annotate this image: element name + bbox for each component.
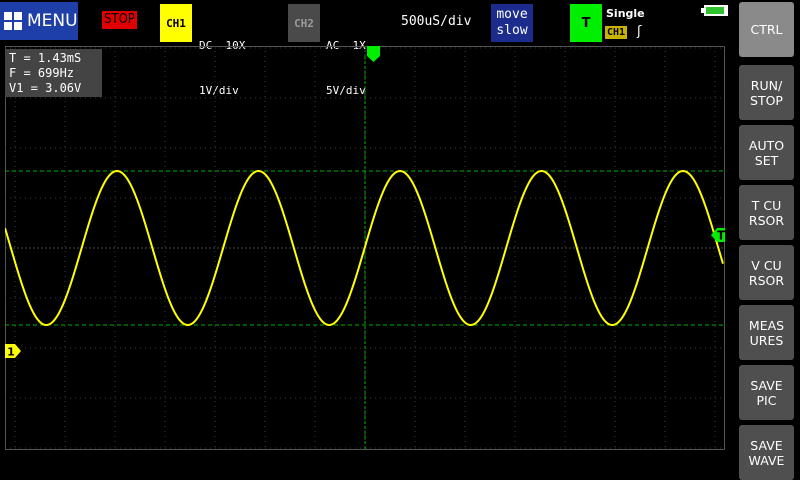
move-label: move bbox=[496, 7, 528, 22]
menu-label: MENU bbox=[27, 11, 78, 31]
trigger-edge-icon[interactable]: ʃ bbox=[637, 24, 641, 39]
save-pic-button[interactable]: SAVE PIC bbox=[739, 365, 794, 420]
ch1-ground-label: 1 bbox=[7, 346, 15, 359]
trigger-source[interactable]: CH1 bbox=[605, 26, 628, 39]
run-state-indicator[interactable]: STOP bbox=[102, 11, 137, 29]
t-cursor-button[interactable]: T CU RSOR bbox=[739, 185, 794, 240]
scope-canvas: T1 bbox=[5, 46, 725, 450]
auto-set-button[interactable]: AUTO SET bbox=[739, 125, 794, 180]
frequency-readout: F = 699Hz bbox=[9, 66, 75, 80]
ch2-badge[interactable]: CH2 bbox=[288, 4, 320, 42]
trigger-badge[interactable]: T bbox=[570, 4, 602, 42]
run-stop-button[interactable]: RUN/ STOP bbox=[739, 65, 794, 120]
scope-display[interactable]: T1 bbox=[5, 46, 725, 450]
ch1-badge[interactable]: CH1 bbox=[160, 4, 192, 42]
trigger-position-marker bbox=[367, 46, 380, 62]
move-speed-button[interactable]: move slow bbox=[491, 4, 533, 42]
trigger-level-label: T bbox=[717, 229, 725, 243]
save-wave-button[interactable]: SAVE WAVE bbox=[739, 425, 794, 480]
battery-icon bbox=[701, 5, 728, 16]
measures-button[interactable]: MEAS URES bbox=[739, 305, 794, 360]
side-button-panel: CTRL RUN/ STOP AUTO SET T CU RSOR V CU R… bbox=[739, 0, 800, 480]
voltage-readout: V1 = 3.06V bbox=[9, 81, 82, 95]
ctrl-button[interactable]: CTRL bbox=[739, 2, 794, 57]
trigger-mode[interactable]: Single bbox=[606, 7, 645, 20]
measurement-readout: T = 1.43mS F = 699Hz V1 = 3.06V bbox=[5, 49, 102, 97]
period-readout: T = 1.43mS bbox=[9, 51, 82, 65]
timebase-setting[interactable]: 500uS/div bbox=[401, 14, 471, 29]
menu-grid-icon bbox=[4, 12, 22, 30]
menu-button[interactable]: MENU bbox=[0, 2, 78, 40]
move-speed-label: slow bbox=[496, 23, 528, 38]
v-cursor-button[interactable]: V CU RSOR bbox=[739, 245, 794, 300]
